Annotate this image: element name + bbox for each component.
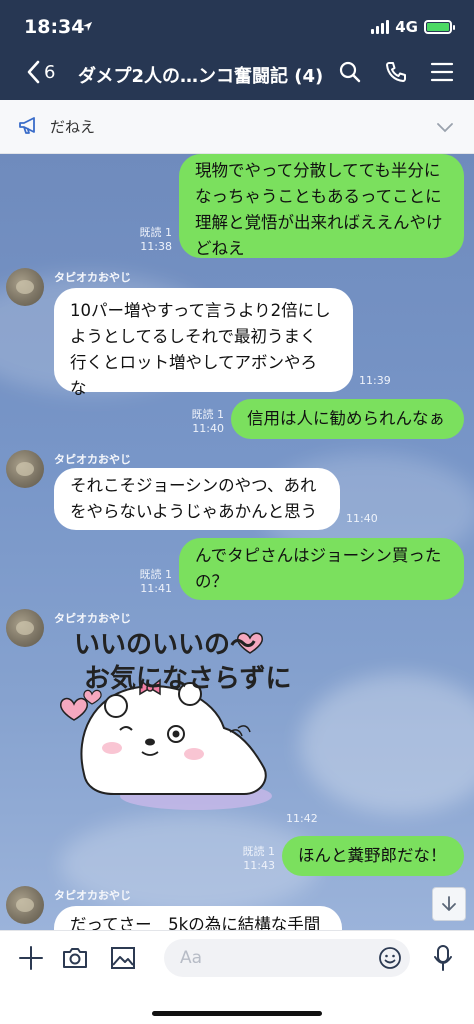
signal-icon bbox=[371, 20, 390, 34]
message-bubble-outgoing[interactable]: んでタピさんはジョーシン買った の？ bbox=[179, 538, 464, 600]
network-label: 4G bbox=[395, 18, 418, 36]
sticker-text-line: お気になさらずに bbox=[84, 664, 292, 694]
message-line: 信用は人に勧められんなぁ bbox=[247, 409, 445, 428]
unread-count: 6 bbox=[44, 61, 56, 83]
phone-icon[interactable] bbox=[384, 60, 408, 84]
announcement-bar[interactable]: だねえ bbox=[0, 100, 474, 154]
emoji-icon[interactable] bbox=[378, 946, 402, 974]
message-bubble-incoming[interactable]: 10パー増やすって言うより2倍にし ようとしてるしそれで最初うまく 行くとロット… bbox=[54, 288, 353, 398]
microphone-icon[interactable] bbox=[428, 943, 458, 973]
header-actions bbox=[338, 60, 454, 84]
megaphone-icon bbox=[18, 116, 40, 140]
message-meta: 既読 1 11:38 bbox=[128, 226, 173, 254]
home-indicator bbox=[152, 1011, 322, 1016]
read-receipt: 既読 1 bbox=[139, 226, 173, 239]
location-arrow-icon bbox=[82, 21, 93, 32]
message-line: んでタピさんはジョーシン買った bbox=[195, 546, 442, 565]
avatar[interactable] bbox=[6, 450, 44, 488]
status-right: 4G bbox=[371, 18, 455, 36]
scroll-to-bottom-button[interactable] bbox=[432, 887, 466, 921]
chevron-down-icon[interactable] bbox=[436, 118, 454, 137]
read-receipt: 既読 1 bbox=[191, 408, 225, 421]
message-bubble-incoming[interactable]: それこそジョーシンのやつ、あれ をやらないようじゃあかんと思う bbox=[54, 468, 340, 530]
message-line: の？ bbox=[195, 572, 228, 591]
message-line: 現物でやって分散してても半分に bbox=[195, 161, 441, 180]
message-bubble-outgoing[interactable]: 信用は人に勧められんなぁ bbox=[231, 399, 464, 439]
message-bubble-incoming[interactable]: だってさー 5kの為に結構な手間 bbox=[54, 906, 342, 930]
chat-header: 18:34 4G 6 ダメプ2人の…ンコ奮闘記 (4) bbox=[0, 0, 474, 100]
sender-name: タピオカおやじ bbox=[54, 271, 131, 284]
message-time: 11:41 bbox=[140, 582, 172, 595]
sticker[interactable]: いいのいいの～ お気になさらずに bbox=[54, 624, 291, 824]
message-time: 11:40 bbox=[192, 422, 224, 435]
read-receipt: 既読 1 bbox=[242, 845, 276, 858]
hamburger-menu-icon[interactable] bbox=[430, 60, 454, 84]
back-button[interactable]: 6 bbox=[26, 60, 55, 84]
avatar[interactable] bbox=[6, 609, 44, 647]
camera-icon[interactable] bbox=[60, 943, 90, 973]
plus-icon[interactable] bbox=[16, 943, 46, 973]
message-bubble-outgoing[interactable]: 現物でやって分散してても半分に なっちゃうこともあるってことに 理解と覚悟が出来… bbox=[179, 154, 464, 258]
sender-name: タピオカおやじ bbox=[54, 453, 131, 466]
message-meta: 既読 1 11:43 bbox=[231, 845, 276, 873]
message-time: 11:38 bbox=[140, 240, 172, 253]
message-bubble-outgoing[interactable]: ほんと糞野郎だな！ bbox=[282, 836, 464, 876]
message-line: をやらないようじゃあかんと思う bbox=[70, 502, 318, 521]
message-line: 行くとロット増やしてアボンやろ bbox=[70, 353, 318, 372]
message-meta: 既読 1 11:41 bbox=[128, 568, 173, 596]
message-input[interactable] bbox=[164, 939, 354, 977]
status-time: 18:34 bbox=[24, 16, 85, 38]
message-input-bar bbox=[0, 930, 474, 1024]
chevron-left-icon bbox=[27, 60, 40, 84]
message-line: だってさー 5kの為に結構な手間 bbox=[70, 915, 321, 930]
message-time: 11:43 bbox=[243, 859, 275, 872]
avatar[interactable] bbox=[6, 268, 44, 306]
message-line: それこそジョーシンのやつ、あれ bbox=[70, 476, 317, 495]
message-meta: 既読 1 11:40 bbox=[180, 408, 225, 436]
image-icon[interactable] bbox=[108, 943, 138, 973]
avatar[interactable] bbox=[6, 886, 44, 924]
battery-icon bbox=[424, 20, 455, 34]
message-line: ようとしてるしそれで最初うまく bbox=[70, 327, 317, 346]
message-time: 11:42 bbox=[286, 812, 318, 825]
sticker-text-line: いいのいいの～ bbox=[74, 630, 257, 660]
announcement-text: だねえ bbox=[50, 118, 96, 136]
chat-title: ダメプ2人の…ンコ奮闘記 (4) bbox=[78, 66, 324, 87]
sender-name: タピオカおやじ bbox=[54, 889, 131, 902]
chat-area[interactable]: 現物でやって分散してても半分に なっちゃうこともあるってことに 理解と覚悟が出来… bbox=[0, 154, 474, 930]
message-line: ほんと糞野郎だな！ bbox=[298, 846, 447, 865]
message-input-field[interactable] bbox=[164, 939, 410, 977]
message-line: どねえ bbox=[195, 239, 245, 258]
message-line: 10パー増やすって言うより2倍にし bbox=[70, 301, 331, 320]
read-receipt: 既読 1 bbox=[139, 568, 173, 581]
message-line: 理解と覚悟が出来ればええんやけ bbox=[195, 213, 443, 232]
search-icon[interactable] bbox=[338, 60, 362, 84]
arrow-down-icon bbox=[442, 896, 456, 911]
message-line: なっちゃうこともあるってことに bbox=[195, 187, 442, 206]
message-time: 11:40 bbox=[346, 512, 378, 525]
message-time: 11:39 bbox=[359, 374, 391, 387]
